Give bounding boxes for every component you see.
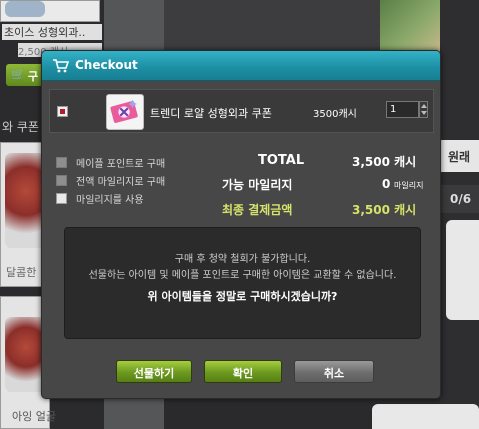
- shop-item-card[interactable]: [0, 0, 100, 22]
- coupon-icon: [110, 99, 138, 123]
- item-price: 3500캐시: [313, 109, 357, 120]
- shop-item-name: 달콤한: [6, 266, 37, 279]
- gift-button[interactable]: 선물하기: [116, 360, 192, 383]
- dialog-title: Checkout: [75, 58, 138, 72]
- total-value: 3,500 캐시: [352, 155, 417, 169]
- option-checkbox[interactable]: [56, 193, 67, 204]
- option-checkbox[interactable]: [56, 175, 67, 186]
- purchase-confirm-question: 위 아이템들을 정말로 구매하시겠습니까?: [147, 290, 338, 303]
- shop-right-tab[interactable]: 원래: [440, 140, 479, 172]
- total-label: TOTAL: [258, 153, 305, 168]
- quantity-stepper[interactable]: [419, 101, 428, 118]
- checkout-item-row: 트렌디 로얄 성형외과 쿠폰 3500캐시 1: [49, 89, 434, 133]
- option-checkbox[interactable]: [56, 157, 67, 168]
- cancel-button[interactable]: 취소: [294, 360, 374, 383]
- checkout-dialog: Checkout 트렌디 로얄 성형외과 쿠폰 3500캐시 1 메이플 포인트…: [41, 50, 441, 399]
- shop-item-name: 초이스 성형외과..: [2, 24, 102, 40]
- arrow-up-icon[interactable]: [421, 104, 427, 108]
- mileage-label: 가능 마일리지: [222, 178, 293, 192]
- dialog-title-bar[interactable]: Checkout: [42, 51, 440, 81]
- confirm-button[interactable]: 확인: [204, 360, 282, 383]
- final-amount-label: 최종 결제금액: [222, 203, 293, 217]
- notice-no-exchange: 선물하는 아이템 및 메이플 포인트로 구매한 아이템은 교환할 수 없습니다.: [88, 270, 397, 281]
- item-thumbnail: [5, 1, 45, 17]
- shop-item-card[interactable]: [446, 220, 479, 320]
- final-amount-value: 3,500 캐시: [352, 203, 417, 217]
- purchase-notice: 구매 후 청약 철회가 불가합니다. 선물하는 아이템 및 메이플 포인트로 구…: [64, 227, 421, 339]
- quantity-input[interactable]: 1: [386, 101, 419, 118]
- arrow-down-icon[interactable]: [421, 111, 427, 115]
- item-coupon-icon: [106, 94, 144, 130]
- option-label: 마일리지를 사용: [76, 195, 144, 206]
- shop-buy-label: 구: [28, 70, 39, 83]
- item-name: 트렌디 로얄 성형외과 쿠폰: [150, 107, 272, 120]
- item-select-checkbox[interactable]: [57, 106, 68, 117]
- shop-section-label: 와 쿠폰: [2, 120, 39, 134]
- cart-icon: 🛒: [11, 68, 25, 81]
- cart-icon: [53, 59, 69, 73]
- shop-right-panel: [440, 0, 479, 429]
- shop-item-name: 아잉 얼굴: [12, 410, 56, 423]
- option-label: 전액 마일리지로 구매: [76, 177, 166, 188]
- mileage-value: 0: [382, 177, 391, 191]
- mileage-unit: 마일리지: [394, 181, 424, 190]
- notice-no-refund: 구매 후 청약 철회가 불가합니다.: [174, 254, 311, 265]
- shop-buy-button[interactable]: 🛒 구: [6, 64, 46, 86]
- shop-item-card[interactable]: [372, 404, 479, 429]
- shop-page-counter: 0/6: [440, 185, 479, 213]
- option-label: 메이플 포인트로 구매: [76, 159, 166, 170]
